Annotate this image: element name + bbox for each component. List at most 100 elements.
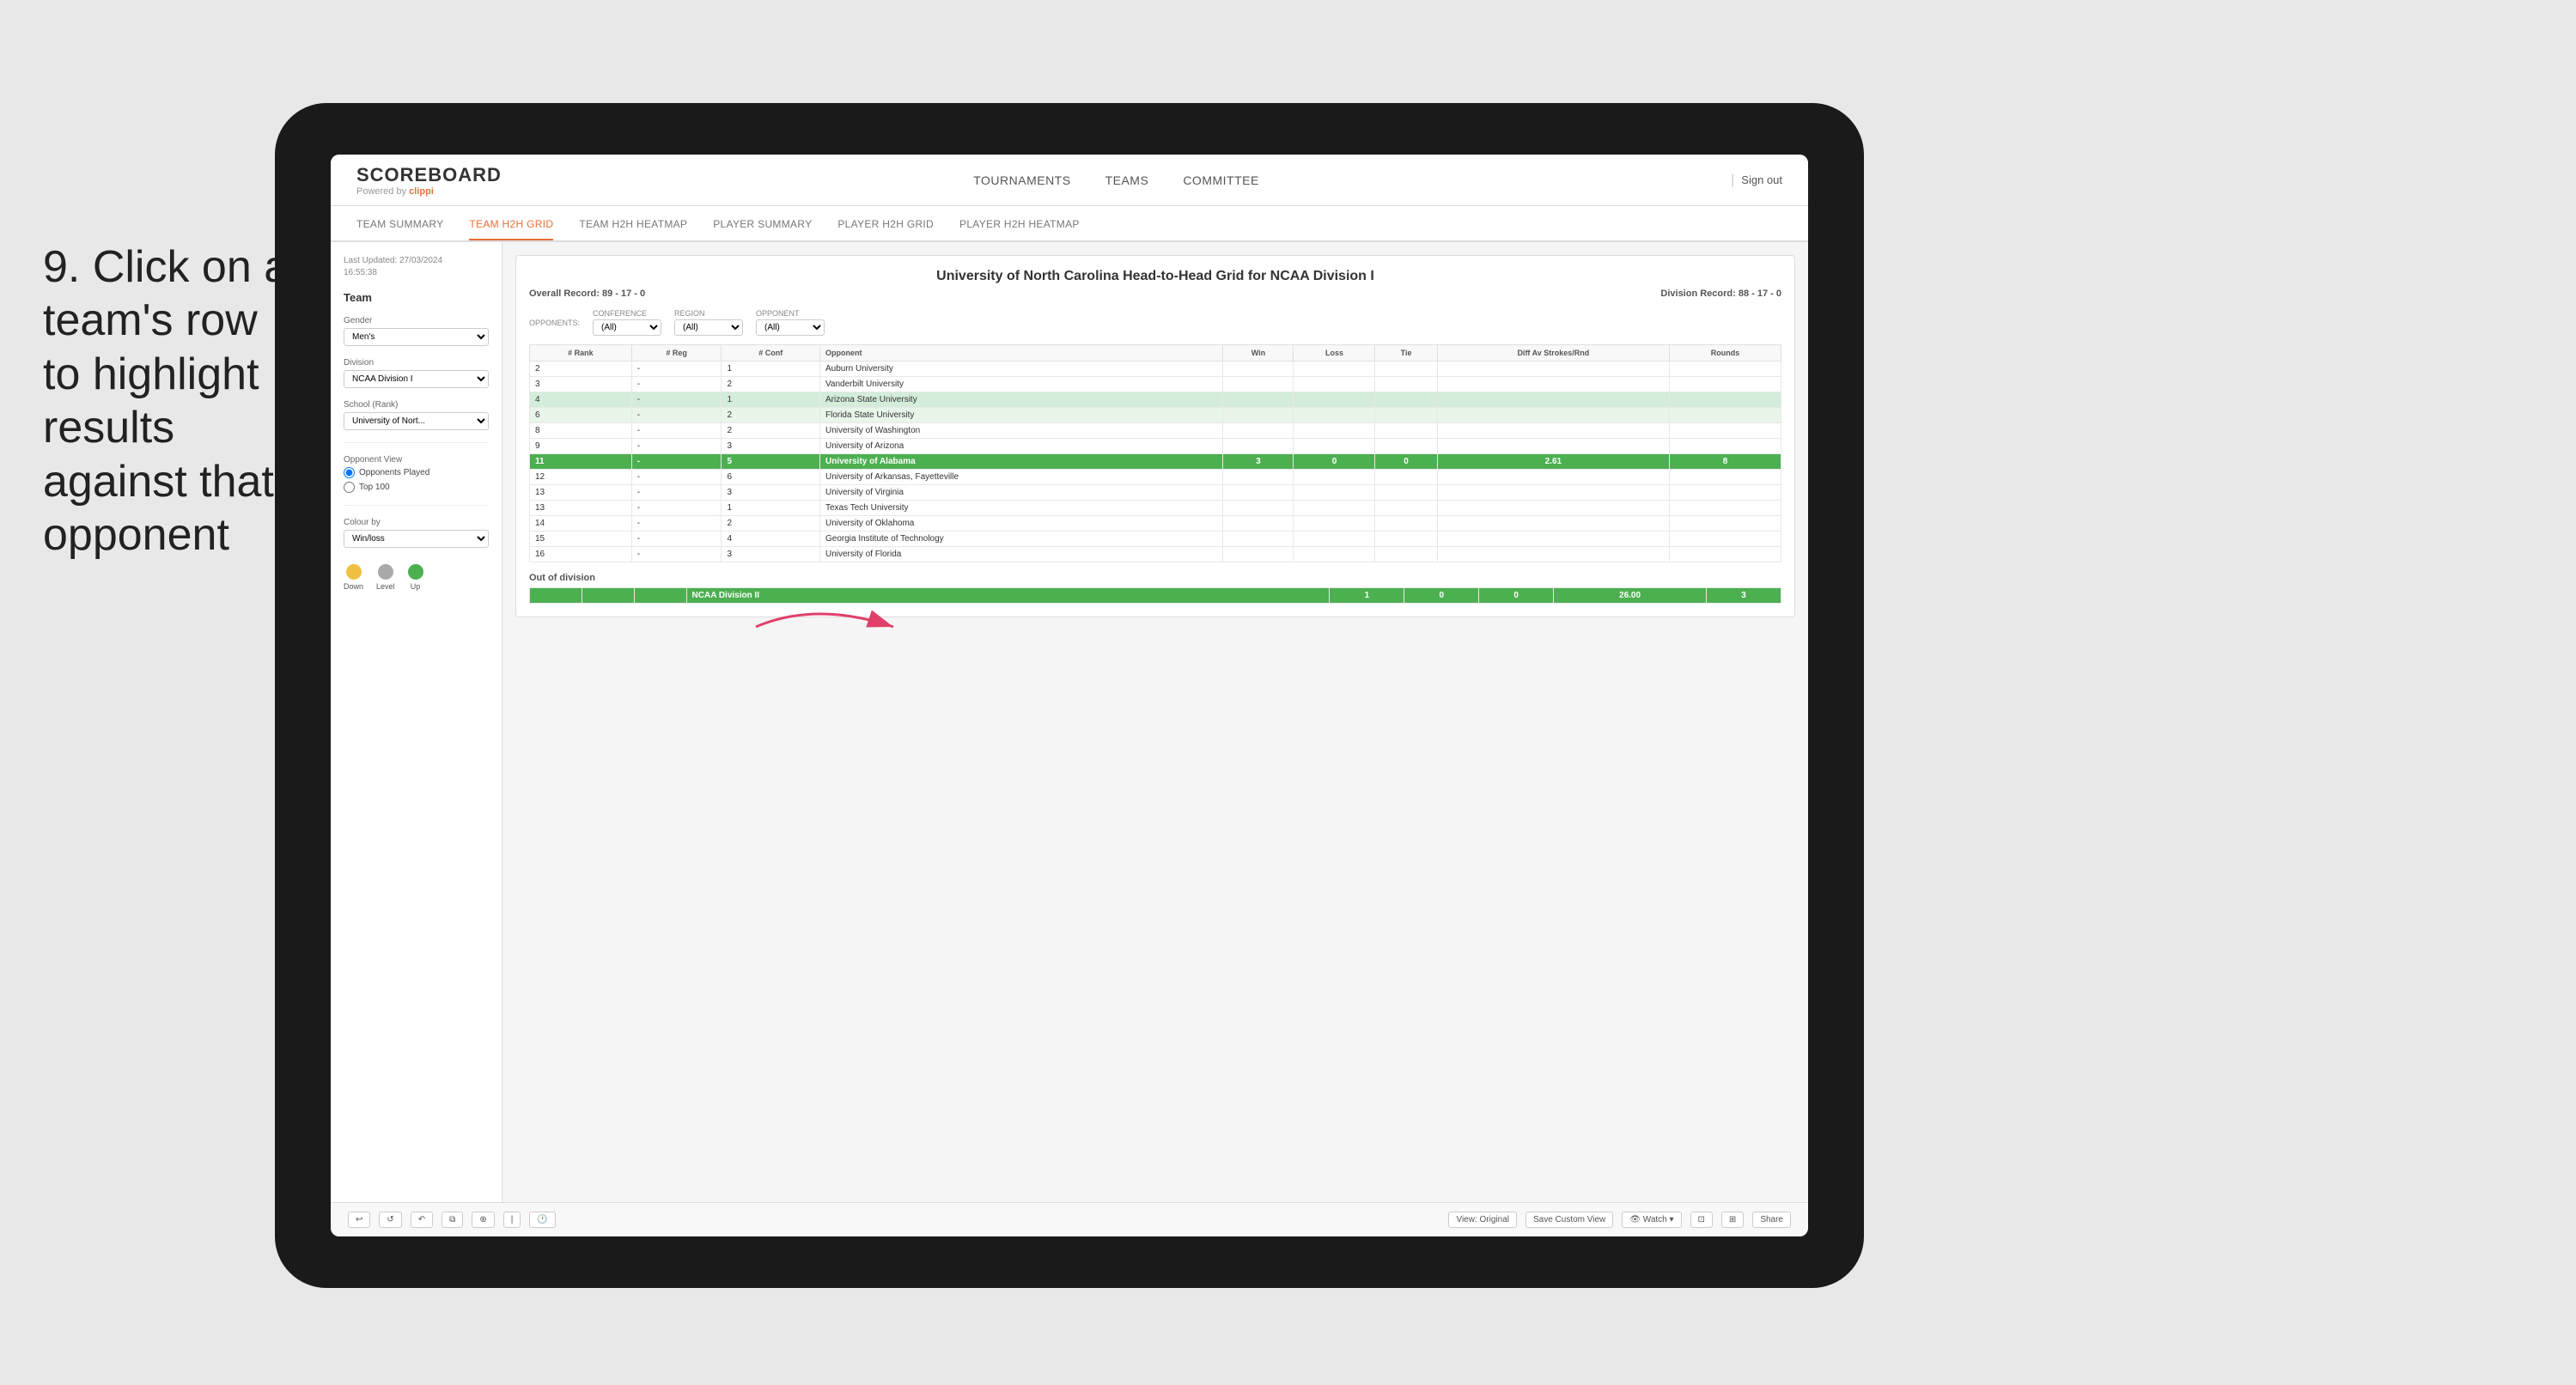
table-row[interactable]: 15-4Georgia Institute of Technology bbox=[530, 532, 1781, 547]
cell-rank: 4 bbox=[530, 392, 632, 408]
out-of-division-title: Out of division bbox=[529, 573, 1781, 583]
cell-rounds bbox=[1670, 516, 1781, 532]
share-button[interactable]: Share bbox=[1752, 1212, 1791, 1228]
cell-rounds bbox=[1670, 423, 1781, 439]
cell-reg: - bbox=[631, 439, 722, 454]
h2h-table: # Rank # Reg # Conf Opponent Win Loss Ti… bbox=[529, 344, 1781, 562]
nav-teams[interactable]: TEAMS bbox=[1105, 173, 1149, 187]
table-row[interactable]: 9-3University of Arizona bbox=[530, 439, 1781, 454]
tab-team-h2h-heatmap[interactable]: TEAM H2H HEATMAP bbox=[579, 218, 687, 240]
cell-tie bbox=[1375, 516, 1437, 532]
clock-button[interactable]: 🕐 bbox=[529, 1212, 555, 1228]
cell-reg: - bbox=[631, 547, 722, 562]
table-row[interactable]: 13-1Texas Tech University bbox=[530, 501, 1781, 516]
ood-conf bbox=[634, 588, 686, 604]
radio-top100[interactable]: Top 100 bbox=[344, 482, 489, 493]
school-select[interactable]: University of Nort... bbox=[344, 412, 489, 430]
colour-by-select[interactable]: Win/loss bbox=[344, 530, 489, 548]
table-row[interactable]: 14-2University of Oklahoma bbox=[530, 516, 1781, 532]
separator-button[interactable]: | bbox=[503, 1212, 521, 1228]
paste-button[interactable]: ⊕ bbox=[472, 1212, 494, 1228]
tab-team-summary[interactable]: TEAM SUMMARY bbox=[356, 218, 443, 240]
cell-rank: 16 bbox=[530, 547, 632, 562]
grid-area: University of North Carolina Head-to-Hea… bbox=[502, 242, 1808, 1202]
cell-rank: 13 bbox=[530, 485, 632, 501]
undo2-button[interactable]: ↶ bbox=[411, 1212, 433, 1228]
division-record: Division Record: 88 - 17 - 0 bbox=[1660, 289, 1781, 299]
sub-nav: TEAM SUMMARY TEAM H2H GRID TEAM H2H HEAT… bbox=[331, 206, 1808, 242]
cell-rank: 15 bbox=[530, 532, 632, 547]
cell-reg: - bbox=[631, 392, 722, 408]
undo-button[interactable]: ↩ bbox=[348, 1212, 370, 1228]
overall-record-label: Overall Record: bbox=[529, 289, 600, 299]
region-filter-select[interactable]: (All) bbox=[674, 319, 743, 336]
ood-tie: 0 bbox=[1479, 588, 1554, 604]
screen-button[interactable]: ⊡ bbox=[1690, 1212, 1713, 1228]
cell-rounds bbox=[1670, 361, 1781, 377]
cell-opponent: University of Washington bbox=[819, 423, 1222, 439]
cell-opponent: Auburn University bbox=[819, 361, 1222, 377]
cell-rank: 13 bbox=[530, 501, 632, 516]
cell-diff bbox=[1437, 470, 1669, 485]
gender-select[interactable]: Men's bbox=[344, 328, 489, 346]
cell-tie bbox=[1375, 532, 1437, 547]
table-row[interactable]: 2-1Auburn University bbox=[530, 361, 1781, 377]
cell-win bbox=[1223, 501, 1294, 516]
sign-out-link[interactable]: Sign out bbox=[1741, 173, 1782, 186]
cell-win bbox=[1223, 485, 1294, 501]
cell-rank: 8 bbox=[530, 423, 632, 439]
cell-tie bbox=[1375, 408, 1437, 423]
cell-opponent: Texas Tech University bbox=[819, 501, 1222, 516]
cell-tie bbox=[1375, 470, 1437, 485]
cell-conf: 2 bbox=[722, 516, 820, 532]
cell-conf: 6 bbox=[722, 470, 820, 485]
division-label: Division bbox=[344, 358, 489, 368]
radio-opponents-played[interactable]: Opponents Played bbox=[344, 467, 489, 478]
table-row[interactable]: 13-3University of Virginia bbox=[530, 485, 1781, 501]
table-row[interactable]: 6-2Florida State University bbox=[530, 408, 1781, 423]
table-row[interactable]: 4-1Arizona State University bbox=[530, 392, 1781, 408]
view-original-button[interactable]: View: Original bbox=[1448, 1212, 1517, 1228]
conference-filter-select[interactable]: (All) bbox=[593, 319, 661, 336]
school-label: School (Rank) bbox=[344, 400, 489, 410]
grid-button[interactable]: ⊞ bbox=[1721, 1212, 1744, 1228]
redo-button[interactable]: ↺ bbox=[379, 1212, 401, 1228]
save-custom-view-button[interactable]: Save Custom View bbox=[1526, 1212, 1613, 1228]
table-row[interactable]: 3-2Vanderbilt University bbox=[530, 377, 1781, 392]
table-row[interactable]: 11-5University of Alabama3002.618 bbox=[530, 454, 1781, 470]
ood-row[interactable]: NCAA Division II 1 0 0 26.00 3 bbox=[530, 588, 1781, 604]
nav-committee[interactable]: COMMITTEE bbox=[1183, 173, 1259, 187]
division-select[interactable]: NCAA Division I bbox=[344, 370, 489, 388]
legend-level: Level bbox=[376, 564, 395, 591]
cell-win: 3 bbox=[1223, 454, 1294, 470]
last-updated-time: 16:55:38 bbox=[344, 267, 489, 279]
tab-player-h2h-grid[interactable]: PLAYER H2H GRID bbox=[837, 218, 934, 240]
table-row[interactable]: 16-3University of Florida bbox=[530, 547, 1781, 562]
cell-opponent: University of Virginia bbox=[819, 485, 1222, 501]
cell-reg: - bbox=[631, 454, 722, 470]
opponent-filter-select[interactable]: (All) bbox=[756, 319, 825, 336]
cell-loss bbox=[1294, 470, 1375, 485]
ood-rank bbox=[530, 588, 582, 604]
cell-loss bbox=[1294, 439, 1375, 454]
cell-rank: 12 bbox=[530, 470, 632, 485]
tab-player-h2h-heatmap[interactable]: PLAYER H2H HEATMAP bbox=[959, 218, 1080, 240]
table-row[interactable]: 8-2University of Washington bbox=[530, 423, 1781, 439]
copy-button[interactable]: ⧉ bbox=[442, 1212, 463, 1228]
table-row[interactable]: 12-6University of Arkansas, Fayetteville bbox=[530, 470, 1781, 485]
opponent-filter-label: Opponent bbox=[756, 309, 825, 318]
cell-diff bbox=[1437, 392, 1669, 408]
nav-tournaments[interactable]: TOURNAMENTS bbox=[973, 173, 1070, 187]
cell-loss bbox=[1294, 532, 1375, 547]
watch-button[interactable]: 👁 Watch ▾ bbox=[1622, 1212, 1681, 1228]
cell-diff bbox=[1437, 532, 1669, 547]
cell-opponent: Arizona State University bbox=[819, 392, 1222, 408]
legend-down-label: Down bbox=[344, 582, 363, 591]
cell-conf: 3 bbox=[722, 485, 820, 501]
gender-label: Gender bbox=[344, 316, 489, 325]
tab-team-h2h-grid[interactable]: TEAM H2H GRID bbox=[469, 218, 553, 240]
cell-loss: 0 bbox=[1294, 454, 1375, 470]
cell-win bbox=[1223, 361, 1294, 377]
cell-win bbox=[1223, 516, 1294, 532]
tab-player-summary[interactable]: PLAYER SUMMARY bbox=[713, 218, 812, 240]
